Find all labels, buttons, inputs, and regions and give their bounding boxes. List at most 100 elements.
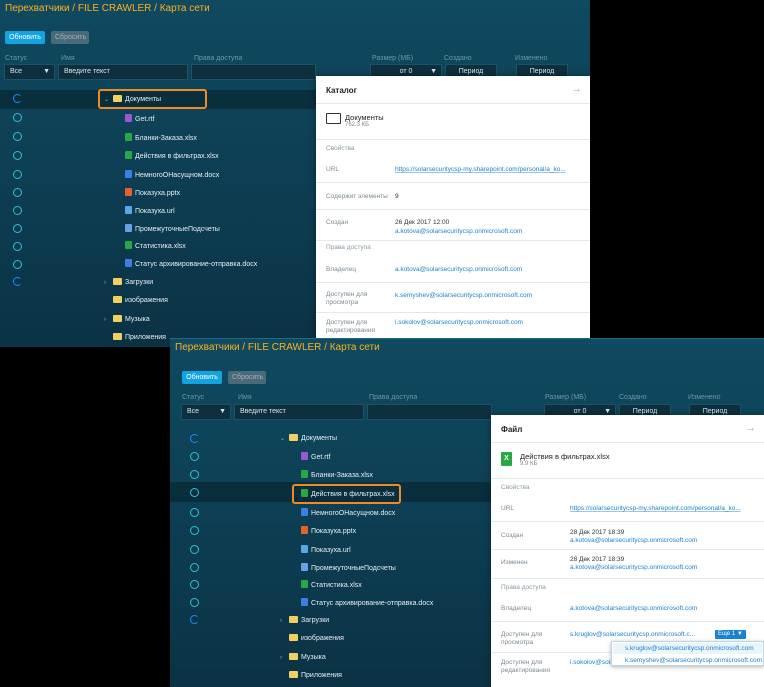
tree-row-folder[interactable]: › Загрузки [280,616,329,626]
owner-label: Владелец [326,266,357,273]
selection-highlight-frame [292,484,401,504]
column-access[interactable]: Права доступа [369,394,417,401]
modified-by-link[interactable]: a.kotova@solarsecuritycsp.onmicrosoft.co… [570,564,697,572]
tree-row-folder[interactable]: › Музыка [280,653,326,663]
access-filter-input[interactable] [191,64,316,80]
url-link[interactable]: https://solarsecuritycsp-my.sharepoint.c… [570,505,741,513]
loading-spinner-icon [190,434,199,443]
tree-row-file[interactable]: Бланки-Заказа.xlsx [301,470,373,481]
tree-row-file[interactable]: Показуха.pptx [125,188,180,199]
tree-row-folder[interactable]: изображения [104,296,168,306]
dropdown-item[interactable]: k.semyshev@solarsecuritycsp.onmicrosoft.… [625,657,762,664]
owner-link[interactable]: a.kotova@solarsecuritycsp.onmicrosoft.co… [395,266,522,274]
powerpoint-file-icon [125,188,132,196]
url-link[interactable]: https://solarsecuritycsp-my.sharepoint.c… [395,166,566,174]
rtf-file-icon [301,452,308,460]
tree-row-file[interactable]: Показуха.pptx [301,526,356,537]
more-users-button[interactable]: Еще 1 ▼ [715,630,746,639]
column-created[interactable]: Создано [619,394,647,401]
name-filter-input[interactable]: Введите текст [234,404,364,420]
created-by-link[interactable]: a.kotova@solarsecuritycsp.onmicrosoft.co… [570,537,697,545]
tree-row-label: Приложения [301,672,342,679]
tree-row-file[interactable]: ПромежуточныеПодсчеты [301,563,396,574]
tree-row-file[interactable]: Get.rtf [125,114,154,125]
column-modified[interactable]: Изменено [515,55,547,62]
arrow-right-icon[interactable]: → [745,422,756,434]
tree-row-label: изображения [125,297,168,304]
refresh-button[interactable]: Обновить [5,31,45,44]
column-size[interactable]: Размер (МБ) [545,394,586,401]
tree-row-file[interactable]: ПромежуточныеПодсчеты [125,224,220,235]
tree-row-folder[interactable]: ⌄ Документы [280,434,337,444]
edit-access-link[interactable]: i.sokolov@solarsecuritycsp.onmicrosoft.c… [395,319,523,327]
column-access[interactable]: Права доступа [194,55,242,62]
divider [491,521,764,522]
column-status[interactable]: Статус [182,394,204,401]
reset-button[interactable]: Сбросить [228,371,266,384]
tree-row-label: Get.rtf [135,116,155,123]
tree-row-folder[interactable]: › Музыка [104,315,150,325]
size-filter-value: от 0 [573,408,587,415]
breadcrumb[interactable]: Перехватчики / FILE CRAWLER / Карта сети [175,342,380,353]
created-period-value: Период [458,68,484,75]
view-access-link[interactable]: s.kruglov@solarsecuritycsp.onmicrosoft.c… [570,631,695,639]
column-name[interactable]: Имя [238,394,252,401]
excel-file-icon [301,580,308,588]
column-name[interactable]: Имя [61,55,75,62]
tree-row-file[interactable]: Статус архивирование-отправка.docx [301,598,433,609]
tree-row-label: Загрузки [301,617,330,624]
created-by-link[interactable]: a.kotova@solarsecuritycsp.onmicrosoft.co… [395,228,522,236]
status-circle-icon [190,488,199,497]
tree-row-file[interactable]: Бланки-Заказа.xlsx [125,133,197,144]
view-access-link[interactable]: k.semyshev@solarsecuritycsp.onmicrosoft.… [395,292,532,300]
tree-row-folder[interactable]: › Загрузки [104,278,153,288]
edit-access-label: Доступен для редактирования [501,659,550,674]
tree-row-file[interactable]: Действия в фильтрах.xlsx [125,151,219,162]
owner-link[interactable]: a.kotova@solarsecuritycsp.onmicrosoft.co… [570,605,697,613]
name-filter-placeholder: Введите текст [64,68,110,75]
tree-row-file[interactable]: Статус архивирование-отправка.docx [125,259,257,270]
view-access-dropdown: s.kruglov@solarsecuritycsp.onmicrosoft.c… [611,641,764,666]
divider [491,621,764,622]
tree-row-file[interactable]: Показуха.url [125,206,175,217]
refresh-button[interactable]: Обновить [182,371,222,384]
name-filter-input[interactable]: Введите текст [58,64,188,80]
section-properties: Свойства [501,484,530,491]
chevron-right-icon[interactable]: › [280,653,286,663]
arrow-right-icon[interactable]: → [571,83,582,95]
column-created[interactable]: Создано [444,55,472,62]
created-date: 26 Дек 2017 12:00 [395,219,450,226]
tree-row-file[interactable]: НемногоОНасущном.docx [125,170,219,181]
column-modified[interactable]: Изменено [688,394,720,401]
divider [316,240,590,241]
tree-row-folder[interactable]: Приложения [104,333,166,343]
status-circle-icon [13,132,22,141]
column-size[interactable]: Размер (МБ) [372,55,413,62]
chevron-down-icon: ▼ [43,68,50,75]
folder-icon [289,671,298,678]
tree-row-file[interactable]: Статистика.xlsx [301,580,362,591]
status-filter-select[interactable]: Все ▼ [4,64,55,80]
word-file-icon [125,170,132,178]
chevron-right-icon[interactable]: › [104,278,110,288]
tree-row-folder[interactable]: Приложения [280,671,342,681]
created-date: 28 Дек 2017 18:39 [570,529,625,536]
breadcrumb[interactable]: Перехватчики / FILE CRAWLER / Карта сети [5,3,210,14]
tree-row-file[interactable]: Get.rtf [301,452,330,463]
chevron-down-icon[interactable]: ⌄ [280,434,286,444]
tree-row-folder[interactable]: изображения [280,634,344,644]
tree-row-label: Показуха.url [135,208,175,215]
modified-period-value: Период [529,68,555,75]
reset-button[interactable]: Сбросить [51,31,89,44]
tree-row-file[interactable]: Показуха.url [301,545,351,556]
tree-row-file[interactable]: НемногоОНасущном.docx [301,508,395,519]
status-filter-select[interactable]: Все ▼ [181,404,231,420]
chevron-right-icon[interactable]: › [280,616,286,626]
tree-row-file[interactable]: Статистика.xlsx [125,241,186,252]
column-status[interactable]: Статус [5,55,27,62]
access-filter-input[interactable] [367,404,492,420]
status-circle-icon [13,260,22,269]
dropdown-item[interactable]: s.kruglov@solarsecuritycsp.onmicrosoft.c… [625,645,754,652]
tree-row-label: ПромежуточныеПодсчеты [135,226,220,233]
chevron-right-icon[interactable]: › [104,315,110,325]
